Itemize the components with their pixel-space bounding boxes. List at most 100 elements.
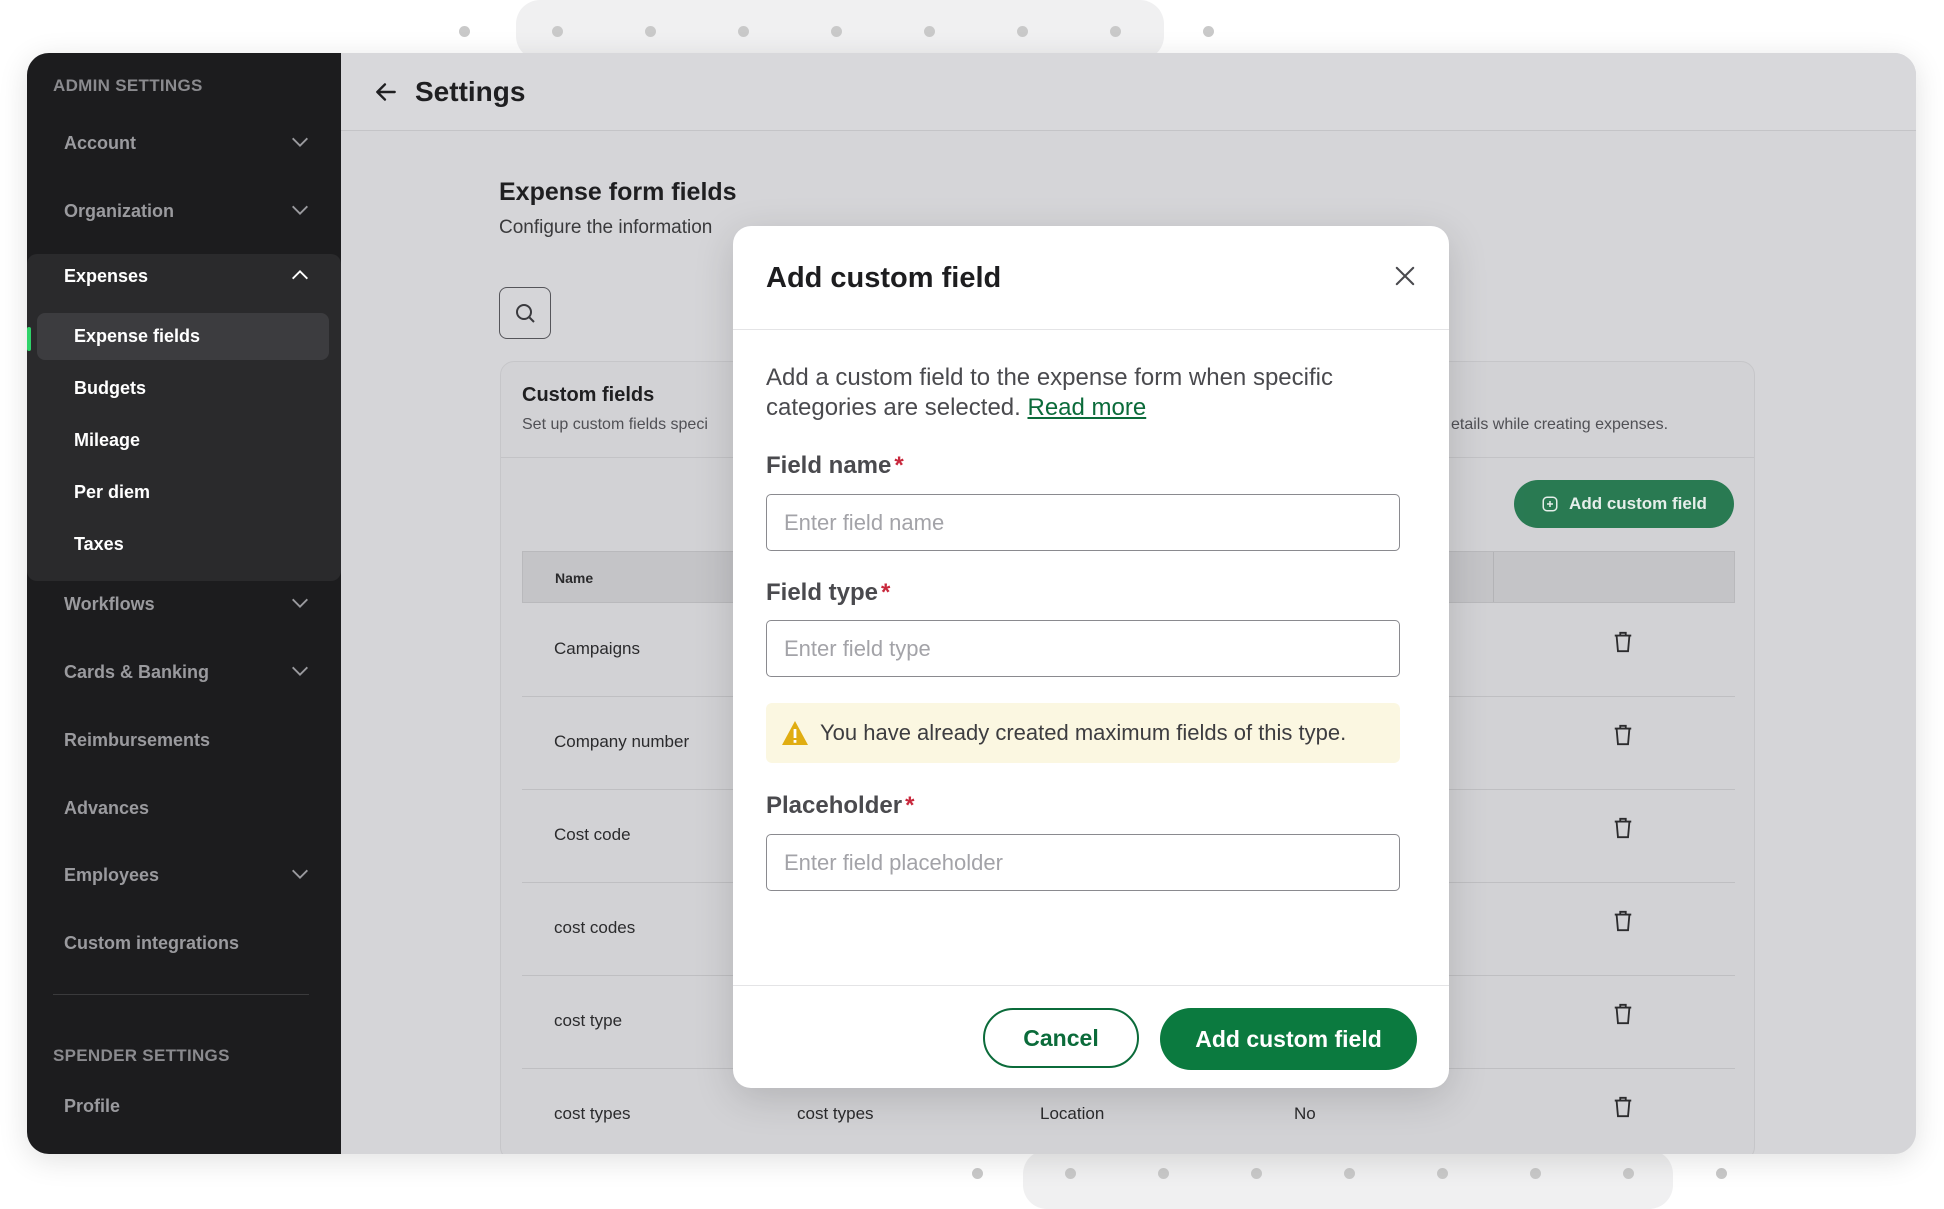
decorative-dot — [1251, 1168, 1262, 1179]
decorative-dot — [1437, 1168, 1448, 1179]
sidebar-item-cards-banking[interactable]: Cards & Banking — [27, 650, 341, 694]
sidebar-subitem-label: Per diem — [74, 482, 151, 502]
sidebar-item-label: Workflows — [64, 593, 155, 614]
sidebar-subitem-expense-fields[interactable]: Expense fields — [37, 313, 329, 360]
sidebar-item-label: Expenses — [64, 265, 149, 286]
sidebar-item-account[interactable]: Account — [27, 121, 341, 165]
chevron-down-icon — [292, 869, 308, 879]
decorative-dot — [1110, 26, 1121, 37]
sidebar-item-label: Custom integrations — [64, 932, 240, 953]
decorative-dot — [972, 1168, 983, 1179]
warning-banner: You have already created maximum fields … — [766, 703, 1400, 763]
cell-name: Company number — [554, 732, 690, 751]
modal-header: Add custom field — [733, 226, 1449, 330]
decorative-dot — [1344, 1168, 1355, 1179]
placeholder-label-text: Placeholder — [766, 792, 903, 819]
cell-column-4: No — [1294, 1104, 1316, 1123]
trash-icon[interactable] — [1612, 909, 1634, 933]
top-bar: Settings — [341, 53, 1916, 131]
cell-name: Cost code — [554, 825, 631, 844]
cell-column-3: Location — [1040, 1104, 1105, 1123]
sidebar-item-reimbursements[interactable]: Reimbursements — [27, 718, 341, 762]
column-separator — [1493, 552, 1494, 602]
sidebar-item-label: Advances — [64, 797, 150, 818]
sidebar-subitem-mileage[interactable]: Mileage — [37, 417, 329, 464]
trash-icon[interactable] — [1612, 630, 1634, 654]
sidebar-subitem-label: Taxes — [74, 534, 124, 554]
active-indicator — [27, 327, 31, 351]
sidebar: ADMIN SETTINGS Account Organization Expe… — [27, 53, 341, 1154]
spender-settings-heading: SPENDER SETTINGS — [53, 1046, 230, 1065]
trash-icon[interactable] — [1612, 816, 1634, 840]
sidebar-subitem-taxes[interactable]: Taxes — [37, 521, 329, 568]
cell-name: cost type — [554, 1011, 623, 1030]
required-mark: * — [905, 792, 915, 819]
sidebar-item-label: Cards & Banking — [64, 661, 210, 682]
decorative-dot — [1065, 1168, 1076, 1179]
field-name-input[interactable] — [766, 494, 1400, 551]
read-more-link[interactable]: Read more — [1027, 394, 1146, 421]
sidebar-item-label: Organization — [64, 200, 175, 221]
decorative-dot — [1017, 26, 1028, 37]
decorative-dot — [738, 26, 749, 37]
field-type-label: Field type * — [766, 579, 890, 607]
decorative-dot — [459, 26, 470, 37]
chevron-up-icon — [292, 270, 308, 280]
sidebar-item-label: Employees — [64, 864, 160, 885]
sidebar-subitem-budgets[interactable]: Budgets — [37, 365, 329, 412]
required-mark: * — [881, 579, 891, 606]
sidebar-item-workflows[interactable]: Workflows — [27, 582, 341, 626]
sidebar-subitem-label: Expense fields — [74, 326, 201, 346]
submit-add-custom-field-button[interactable]: Add custom field — [1160, 1008, 1417, 1070]
sidebar-item-organization[interactable]: Organization — [27, 189, 341, 233]
chevron-down-icon — [292, 205, 308, 215]
trash-icon[interactable] — [1612, 1002, 1634, 1026]
column-header-name: Name — [555, 570, 594, 586]
decorative-dot — [645, 26, 656, 37]
card-title: Custom fields — [522, 384, 655, 406]
page-title: Settings — [415, 75, 526, 107]
placeholder-label: Placeholder * — [766, 792, 914, 820]
expenses-group: Expenses Expense fields Budgets Mileage … — [27, 254, 341, 581]
card-subtitle: Set up custom fields speci — [522, 416, 708, 433]
field-type-label-text: Field type — [766, 579, 879, 606]
decorative-dot — [924, 26, 935, 37]
admin-settings-heading: ADMIN SETTINGS — [53, 76, 203, 95]
field-type-input[interactable] — [766, 620, 1400, 677]
sidebar-item-advances[interactable]: Advances — [27, 786, 341, 830]
sidebar-subitem-per-diem[interactable]: Per diem — [37, 469, 329, 516]
decorative-band-bottom — [1023, 1150, 1673, 1209]
warning-text: You have already created maximum fields … — [820, 720, 1347, 745]
chevron-down-icon — [292, 666, 308, 676]
trash-icon[interactable] — [1612, 723, 1634, 747]
cancel-button[interactable]: Cancel — [983, 1008, 1139, 1068]
placeholder-input[interactable] — [766, 834, 1400, 891]
decorative-dot — [1623, 1168, 1634, 1179]
add-custom-field-button[interactable]: Add custom field — [1514, 480, 1734, 528]
sidebar-item-expenses[interactable]: Expenses — [27, 254, 341, 298]
cell-name: cost types — [554, 1104, 631, 1123]
close-icon[interactable] — [1391, 262, 1419, 290]
section-title: Expense form fields — [499, 178, 737, 206]
sidebar-item-custom-integrations[interactable]: Custom integrations — [27, 921, 341, 965]
search-button[interactable] — [499, 287, 551, 339]
search-icon — [516, 304, 535, 323]
sidebar-item-label: Reimbursements — [64, 729, 211, 750]
sidebar-subitem-label: Budgets — [74, 378, 146, 398]
modal-title: Add custom field — [766, 262, 1002, 294]
decorative-dot — [831, 26, 842, 37]
add-button-label: Add custom field — [1569, 494, 1707, 513]
sidebar-item-employees[interactable]: Employees — [27, 853, 341, 897]
chevron-down-icon — [292, 137, 308, 147]
trash-icon[interactable] — [1612, 1095, 1634, 1119]
plus-circle-icon — [1542, 496, 1558, 512]
cell-name: Campaigns — [554, 639, 640, 658]
sidebar-item-label: Profile — [64, 1095, 121, 1116]
stage: ADMIN SETTINGS Account Organization Expe… — [0, 0, 1944, 1209]
decorative-dot — [1530, 1168, 1541, 1179]
decorative-dot — [1158, 1168, 1169, 1179]
arrow-left-icon[interactable] — [373, 79, 399, 105]
modal-footer-divider — [733, 985, 1449, 986]
sidebar-item-profile[interactable]: Profile — [27, 1084, 341, 1128]
decorative-dot — [1203, 26, 1214, 37]
